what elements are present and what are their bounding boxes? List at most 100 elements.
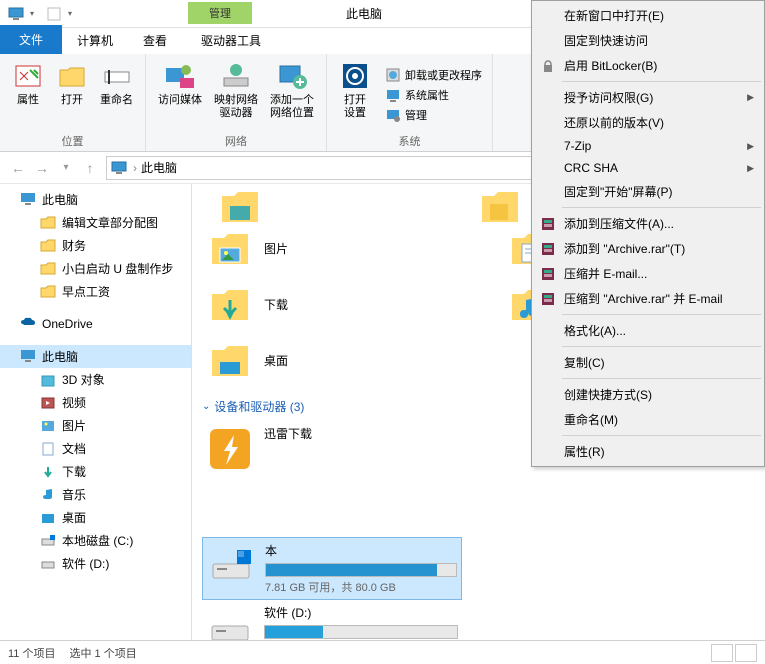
context-menu-item[interactable]: 固定到"开始"屏幕(P) xyxy=(534,179,762,204)
pc-icon xyxy=(20,192,36,208)
uninstall-icon xyxy=(385,67,401,83)
thunder-download-item[interactable]: 迅雷下载 xyxy=(202,421,462,477)
context-menu-item[interactable]: CRC SHA▶ xyxy=(534,157,762,179)
context-menu-item[interactable]: 压缩到 "Archive.rar" 并 E-mail xyxy=(534,286,762,311)
system-props-icon xyxy=(385,87,401,103)
nav-forward-button[interactable]: → xyxy=(30,156,54,180)
context-menu-item[interactable]: 添加到 "Archive.rar"(T) xyxy=(534,236,762,261)
context-menu-item[interactable]: 复制(C) xyxy=(534,350,762,375)
rename-button[interactable]: 重命名 xyxy=(94,58,139,131)
tab-drive-tools[interactable]: 驱动器工具 xyxy=(186,27,276,54)
nav-back-button[interactable]: ← xyxy=(6,156,30,180)
context-menu-item[interactable]: 格式化(A)... xyxy=(534,318,762,343)
tree-pc-child[interactable]: 桌面 xyxy=(0,506,191,529)
context-menu-item[interactable]: 创建快捷方式(S) xyxy=(534,382,762,407)
media-icon xyxy=(164,60,196,92)
add-network-location-button[interactable]: 添加一个 网络位置 xyxy=(264,58,320,131)
item-icon xyxy=(40,487,56,503)
drive-icon xyxy=(206,604,254,640)
tree-quick-item[interactable]: 编辑文章部分配图 xyxy=(0,211,191,234)
onedrive-icon xyxy=(20,316,36,332)
tab-view[interactable]: 查看 xyxy=(128,27,182,54)
view-details-button[interactable] xyxy=(711,644,733,662)
tree-pc-child[interactable]: 文档 xyxy=(0,437,191,460)
thunder-icon xyxy=(206,425,254,473)
folder-desktop[interactable]: 桌面 xyxy=(202,332,442,388)
window-title: 此电脑 xyxy=(336,1,392,26)
nav-tree[interactable]: 此电脑 编辑文章部分配图财务小白启动 U 盘制作步早点工资 OneDrive 此… xyxy=(0,184,192,640)
tree-pc-child[interactable]: 下载 xyxy=(0,460,191,483)
context-menu-item[interactable]: 属性(R) xyxy=(534,439,762,464)
view-large-icons-button[interactable] xyxy=(735,644,757,662)
item-icon xyxy=(40,372,56,388)
submenu-arrow-icon: ▶ xyxy=(747,141,754,152)
map-drive-button[interactable]: 映射网络 驱动器 xyxy=(208,58,264,131)
folder-item[interactable] xyxy=(212,184,452,234)
uninstall-programs-button[interactable]: 卸载或更改程序 xyxy=(381,65,486,85)
tree-onedrive[interactable]: OneDrive xyxy=(0,313,191,335)
tree-quick-item[interactable]: 小白启动 U 盘制作步 xyxy=(0,257,191,280)
d-drive-item[interactable]: 软件 (D:) 111 GB 可用，共 158 GB xyxy=(202,600,462,640)
folder-icon xyxy=(476,184,524,230)
qat-pc-icon[interactable] xyxy=(6,4,26,24)
properties-icon xyxy=(12,60,44,92)
ribbon-group-location: 属性 打开 重命名 位置 xyxy=(0,54,146,151)
nav-history-button[interactable]: ▾ xyxy=(54,156,78,180)
rar-icon xyxy=(540,266,556,282)
manage-button[interactable]: 管理 xyxy=(381,105,486,125)
context-menu-item[interactable]: 还原以前的版本(V) xyxy=(534,110,762,135)
context-menu-item[interactable]: 添加到压缩文件(A)... xyxy=(534,211,762,236)
system-properties-button[interactable]: 系统属性 xyxy=(381,85,486,105)
manage-icon xyxy=(385,107,401,123)
tree-pc-child[interactable]: 视频 xyxy=(0,391,191,414)
qat-dropdown2-icon[interactable]: ▾ xyxy=(68,9,76,18)
context-menu: 在新窗口中打开(E)固定到快速访问启用 BitLocker(B) 授予访问权限(G… xyxy=(531,0,765,467)
context-menu-item[interactable]: 7-Zip▶ xyxy=(534,135,762,157)
access-media-button[interactable]: 访问媒体 xyxy=(152,58,208,131)
context-menu-item[interactable]: 授予访问权限(G)▶ xyxy=(534,85,762,110)
folder-downloads[interactable]: 下载 xyxy=(202,276,442,332)
qat-dropdown-icon[interactable]: ▾ xyxy=(30,9,38,18)
context-menu-item[interactable]: 在新窗口中打开(E) xyxy=(534,3,762,28)
rar-icon xyxy=(540,291,556,307)
folder-icon xyxy=(40,284,56,300)
tree-pc-child[interactable]: 音乐 xyxy=(0,483,191,506)
tree-this-pc[interactable]: 此电脑 xyxy=(0,345,191,368)
pc-icon xyxy=(20,349,36,365)
address-chevron-icon[interactable]: › xyxy=(133,161,137,175)
tab-file[interactable]: 文件 xyxy=(0,25,62,54)
tree-quick-item[interactable]: 财务 xyxy=(0,234,191,257)
open-settings-button[interactable]: 打开 设置 xyxy=(333,58,377,131)
desktop-folder-icon xyxy=(206,336,254,384)
drive-usage-bar xyxy=(265,563,457,577)
tree-pc-child[interactable]: 图片 xyxy=(0,414,191,437)
folder-icon xyxy=(40,238,56,254)
tree-quick-item[interactable]: 早点工资 xyxy=(0,280,191,303)
tree-this-pc-top[interactable]: 此电脑 xyxy=(0,188,191,211)
context-menu-item[interactable]: 固定到快速访问 xyxy=(534,28,762,53)
qat-save-icon[interactable] xyxy=(44,4,64,24)
contextual-tab-header: 管理 xyxy=(188,2,252,24)
drive-icon xyxy=(207,542,255,590)
tree-pc-child[interactable]: 本地磁盘 (C:) xyxy=(0,529,191,552)
folder-icon xyxy=(216,184,264,230)
status-selected-count: 选中 1 个项目 xyxy=(69,645,136,661)
ribbon-group-network: 访问媒体 映射网络 驱动器 添加一个 网络位置 网络 xyxy=(146,54,327,151)
tab-computer[interactable]: 计算机 xyxy=(62,27,128,54)
properties-button[interactable]: 属性 xyxy=(6,58,50,131)
context-menu-item[interactable]: 重命名(M) xyxy=(534,407,762,432)
address-location[interactable]: 此电脑 xyxy=(141,159,177,176)
settings-icon xyxy=(339,60,371,92)
tree-pc-child[interactable]: 软件 (D:) xyxy=(0,552,191,575)
c-drive-item[interactable]: 本 7.81 GB 可用，共 80.0 GB xyxy=(202,537,462,600)
tree-pc-child[interactable]: 3D 对象 xyxy=(0,368,191,391)
context-menu-item[interactable]: 启用 BitLocker(B) xyxy=(534,53,762,78)
item-icon xyxy=(40,395,56,411)
open-folder-icon xyxy=(56,60,88,92)
rename-icon xyxy=(101,60,133,92)
drive-usage-bar xyxy=(264,625,458,639)
nav-up-button[interactable]: ↑ xyxy=(78,156,102,180)
downloads-folder-icon xyxy=(206,280,254,328)
context-menu-item[interactable]: 压缩并 E-mail... xyxy=(534,261,762,286)
open-button[interactable]: 打开 xyxy=(50,58,94,131)
